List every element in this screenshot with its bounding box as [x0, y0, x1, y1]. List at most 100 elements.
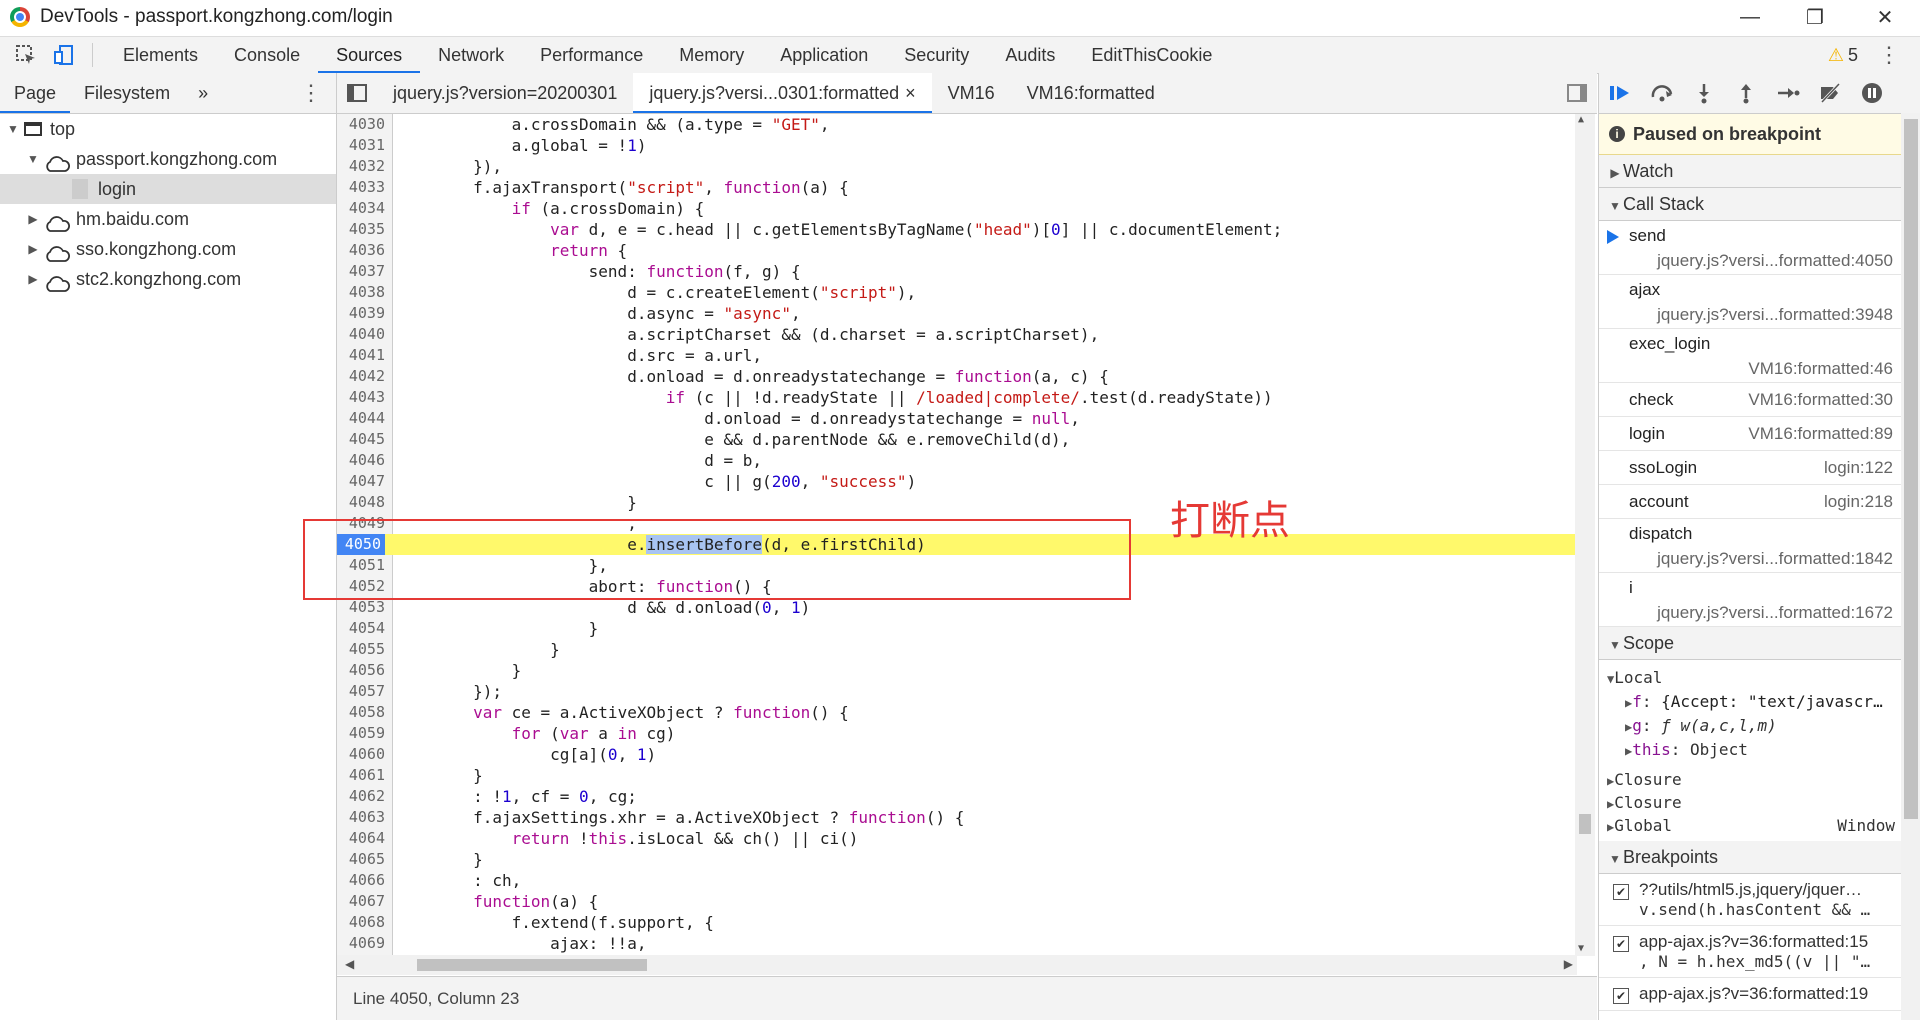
scroll-right-icon[interactable]: ▶ — [1564, 957, 1573, 971]
expand-icon[interactable]: ▶ — [26, 234, 40, 264]
line-number[interactable]: 4040 — [337, 324, 385, 345]
scope-group[interactable]: ▶Closure — [1599, 791, 1901, 814]
tab-network[interactable]: Network — [420, 37, 522, 73]
deactivate-breakpoints-button[interactable] — [1809, 73, 1851, 113]
tree-item-cloud[interactable]: ▶ stc2.kongzhong.com — [0, 264, 336, 294]
editor-tab[interactable]: VM16:formatted — [1011, 73, 1171, 113]
editor-horizontal-scrollbar[interactable]: ◀ ▶ — [337, 955, 1577, 975]
editor-tab[interactable]: VM16 — [932, 73, 1011, 113]
breakpoints-section-header[interactable]: ▼ Breakpoints — [1599, 841, 1901, 874]
line-number[interactable]: 4039 — [337, 303, 385, 324]
collapse-icon[interactable]: ▼ — [6, 114, 20, 144]
call-frame[interactable]: ssoLogin login:122 — [1599, 451, 1901, 485]
line-number[interactable]: 4057 — [337, 681, 385, 702]
call-frame-location[interactable]: jquery.js?versi...formatted:1672 — [1629, 600, 1901, 625]
call-frame-location[interactable]: jquery.js?versi...formatted:4050 — [1629, 248, 1901, 273]
breakpoint-item[interactable]: ✔ ??utils/html5.js,jquery/jquer… v.send(h.… — [1599, 874, 1901, 926]
scope-group[interactable]: ▶Global Window — [1599, 814, 1901, 837]
call-frame[interactable]: login VM16:formatted:89 — [1599, 417, 1901, 451]
call-frame-location[interactable]: login:122 — [1824, 451, 1901, 484]
tree-item-file[interactable]: login — [0, 174, 336, 204]
call-frame-location[interactable]: jquery.js?versi...formatted:3948 — [1629, 302, 1901, 327]
call-frame-location[interactable]: login:218 — [1824, 485, 1901, 518]
call-frame[interactable]: dispatch jquery.js?versi...formatted:1842 — [1599, 519, 1901, 573]
call-frame-location[interactable]: VM16:formatted:46 — [1629, 356, 1901, 381]
editor-tab[interactable]: jquery.js?version=20200301 — [377, 73, 633, 113]
collapse-icon[interactable]: ▼ — [26, 144, 40, 174]
step-over-button[interactable] — [1641, 73, 1683, 113]
call-frame-location[interactable]: jquery.js?versi...formatted:1842 — [1629, 546, 1901, 571]
step-out-button[interactable] — [1725, 73, 1767, 113]
line-number[interactable]: 4041 — [337, 345, 385, 366]
line-number[interactable]: 4058 — [337, 702, 385, 723]
line-number[interactable]: 4030 — [337, 114, 385, 135]
restore-button[interactable]: ❐ — [1785, 0, 1845, 34]
call-stack-section-header[interactable]: ▼ Call Stack — [1599, 188, 1901, 221]
inspect-element-icon[interactable] — [14, 43, 38, 67]
editor-scroll-thumb[interactable] — [1579, 814, 1591, 834]
call-frame[interactable]: check VM16:formatted:30 — [1599, 383, 1901, 417]
scroll-up-icon[interactable]: ▲ — [1578, 114, 1584, 125]
line-number[interactable]: 4069 — [337, 933, 385, 954]
line-number[interactable]: 4034 — [337, 198, 385, 219]
expand-icon[interactable]: ▶ — [26, 204, 40, 234]
line-number[interactable]: 4038 — [337, 282, 385, 303]
line-number[interactable]: 4046 — [337, 450, 385, 471]
tab-security[interactable]: Security — [886, 37, 987, 73]
expand-icon[interactable]: ▶ — [26, 264, 40, 294]
line-number[interactable]: 4048 — [337, 492, 385, 513]
line-number[interactable]: 4047 — [337, 471, 385, 492]
call-frame[interactable]: account login:218 — [1599, 485, 1901, 519]
line-number[interactable]: 4044 — [337, 408, 385, 429]
breakpoint-checkbox[interactable]: ✔ — [1613, 884, 1629, 900]
line-number[interactable]: 4036 — [337, 240, 385, 261]
step-button[interactable] — [1767, 73, 1809, 113]
scope-section-header[interactable]: ▼ Scope — [1599, 627, 1901, 660]
more-tabs-icon[interactable]: » — [184, 73, 222, 113]
debugger-scroll-thumb[interactable] — [1904, 119, 1918, 819]
line-number[interactable]: 4054 — [337, 618, 385, 639]
breakpoint-checkbox[interactable]: ✔ — [1613, 936, 1629, 952]
watch-section-header[interactable]: ▶ Watch — [1599, 155, 1901, 188]
tab-console[interactable]: Console — [216, 37, 318, 73]
line-number[interactable]: 4032 — [337, 156, 385, 177]
line-number[interactable]: 4062 — [337, 786, 385, 807]
scope-group[interactable]: ▶Closure — [1599, 768, 1901, 791]
editor-tab[interactable]: jquery.js?versi...0301:formatted × — [633, 73, 932, 113]
line-number[interactable]: 4060 — [337, 744, 385, 765]
call-frame[interactable]: exec_login VM16:formatted:46 — [1599, 329, 1901, 383]
pause-on-exceptions-button[interactable] — [1851, 73, 1893, 113]
tab-elements[interactable]: Elements — [105, 37, 216, 73]
editor-hscroll-thumb[interactable] — [417, 959, 647, 971]
line-number[interactable]: 4031 — [337, 135, 385, 156]
warnings-indicator[interactable]: ⚠ 5 — [1828, 37, 1858, 73]
tab-application[interactable]: Application — [762, 37, 886, 73]
line-number[interactable]: 4037 — [337, 261, 385, 282]
call-frame-location[interactable]: VM16:formatted:89 — [1748, 417, 1901, 450]
customize-menu-icon[interactable]: ⋮ — [1878, 37, 1900, 73]
scroll-down-icon[interactable]: ▼ — [1578, 943, 1584, 954]
scroll-left-icon[interactable]: ◀ — [345, 957, 354, 971]
minimize-button[interactable]: — — [1720, 0, 1780, 34]
line-number[interactable]: 4065 — [337, 849, 385, 870]
toggle-debugger-icon[interactable] — [1557, 84, 1597, 102]
breakpoint-item[interactable]: ✔ app-ajax.js?v=36:formatted:19 — [1599, 978, 1901, 1011]
call-frame[interactable]: ajax jquery.js?versi...formatted:3948 — [1599, 275, 1901, 329]
tree-item-cloud[interactable]: ▼ passport.kongzhong.com — [0, 144, 336, 174]
line-number[interactable]: 4045 — [337, 429, 385, 450]
line-number[interactable]: 4035 — [337, 219, 385, 240]
line-number[interactable]: 4063 — [337, 807, 385, 828]
navigator-menu-icon[interactable]: ⋮ — [300, 80, 336, 106]
line-number[interactable]: 4064 — [337, 828, 385, 849]
device-toolbar-icon[interactable] — [52, 43, 76, 67]
tree-item-cloud[interactable]: ▶ hm.baidu.com — [0, 204, 336, 234]
line-number[interactable]: 4055 — [337, 639, 385, 660]
breakpoint-checkbox[interactable]: ✔ — [1613, 988, 1629, 1004]
line-number[interactable]: 4068 — [337, 912, 385, 933]
tab-performance[interactable]: Performance — [522, 37, 661, 73]
line-number[interactable]: 4053 — [337, 597, 385, 618]
scope-variable[interactable]: ▶this: Object — [1599, 738, 1901, 762]
line-number[interactable]: 4043 — [337, 387, 385, 408]
close-tab-icon[interactable]: × — [905, 83, 916, 103]
line-number[interactable]: 4059 — [337, 723, 385, 744]
